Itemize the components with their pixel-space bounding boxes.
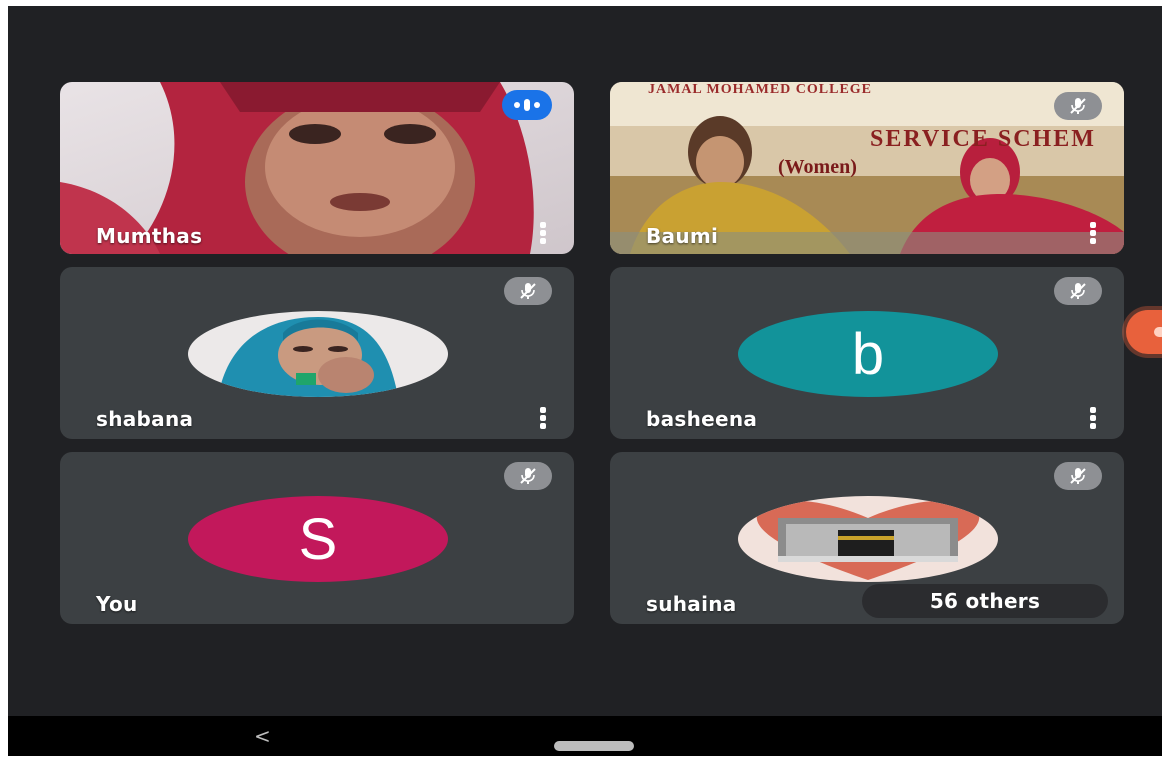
muted-indicator xyxy=(1054,462,1102,490)
mic-off-icon xyxy=(520,283,536,299)
system-navigation-bar: < xyxy=(8,716,1162,756)
participant-tile-suhaina[interactable]: suhaina 56 others xyxy=(610,452,1124,624)
speaking-indicator xyxy=(502,90,552,120)
more-vert-icon xyxy=(540,407,546,413)
mic-off-icon xyxy=(520,468,536,484)
participant-tile-basheena[interactable]: b basheena xyxy=(610,267,1124,439)
audio-level-icon xyxy=(514,99,540,111)
avatar-suhaina xyxy=(738,496,998,582)
more-vert-icon xyxy=(540,222,546,228)
participant-tile-baumi[interactable]: JAMAL MOHAMED COLLEGE SERVICE SCHEM (Wom… xyxy=(610,82,1124,254)
avatar-shabana xyxy=(188,311,448,397)
participant-tile-shabana[interactable]: shabana xyxy=(60,267,574,439)
more-vert-icon xyxy=(1090,407,1096,413)
avatar-letter: S xyxy=(298,506,338,572)
muted-indicator xyxy=(1054,92,1102,120)
participant-name: shabana xyxy=(96,407,194,431)
home-pill-icon[interactable] xyxy=(554,741,634,751)
banner-text-scheme: SERVICE SCHEM xyxy=(870,126,1096,152)
muted-indicator xyxy=(504,462,552,490)
avatar-basheena: b xyxy=(738,311,998,397)
more-options-button[interactable] xyxy=(538,222,548,244)
mic-off-icon xyxy=(1070,283,1086,299)
others-count-button[interactable]: 56 others xyxy=(862,584,1108,618)
more-options-button[interactable] xyxy=(1088,222,1098,244)
more-options-button[interactable] xyxy=(538,407,548,429)
participant-name: suhaina xyxy=(646,592,737,616)
mic-off-icon xyxy=(1070,468,1086,484)
participant-name: basheena xyxy=(646,407,758,431)
mic-off-icon xyxy=(1070,98,1086,114)
more-vert-icon xyxy=(1090,222,1096,228)
participant-name: You xyxy=(96,592,138,616)
banner-text-college: JAMAL MOHAMED COLLEGE xyxy=(648,82,873,97)
floating-bubble[interactable] xyxy=(1126,310,1162,354)
avatar-letter: b xyxy=(851,321,885,387)
meet-screen: Mumthas JAMAL MOHAMED COLLEGE SERVICE SC… xyxy=(8,6,1162,756)
banner-text-women: (Women) xyxy=(778,156,857,178)
muted-indicator xyxy=(1054,277,1102,305)
participant-name: Baumi xyxy=(646,224,719,248)
muted-indicator xyxy=(504,277,552,305)
back-icon[interactable]: < xyxy=(254,724,271,748)
participant-tile-you[interactable]: S You xyxy=(60,452,574,624)
participant-tile-mumthas[interactable]: Mumthas xyxy=(60,82,574,254)
participant-name: Mumthas xyxy=(96,224,203,248)
more-options-button[interactable] xyxy=(1088,407,1098,429)
avatar-you: S xyxy=(188,496,448,582)
